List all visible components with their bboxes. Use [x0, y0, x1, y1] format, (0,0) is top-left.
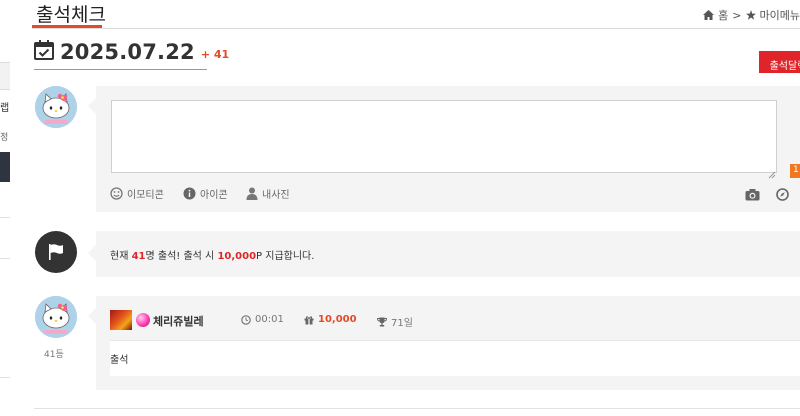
resize-grip-icon[interactable]: [768, 164, 776, 179]
pink-orb-icon: [136, 313, 150, 327]
entry-header: 체리쥬빌레 00:01 10,000 71일: [110, 310, 800, 332]
my-photo-label: 내사진: [262, 190, 290, 201]
flag-icon: [49, 244, 63, 260]
attendance-notice: 현재 41명 출석! 출석 시 10,000P 지급합니다.: [110, 247, 314, 262]
notice-middle: 명 출석! 출석 시: [145, 251, 215, 262]
chevron-right-icon: >: [732, 8, 742, 22]
home-icon[interactable]: [703, 10, 715, 20]
hello-kitty-avatar-icon: [35, 86, 77, 128]
entry-time: 00:01: [241, 314, 284, 325]
sidebar-item-2[interactable]: 정: [0, 130, 8, 143]
star-icon: [745, 10, 756, 20]
notice-prefix: 현재: [110, 251, 129, 262]
bottom-divider: [34, 408, 800, 409]
attendance-delta: + 41: [200, 48, 230, 61]
attendance-page: 랩 정 출석체크 홈 > 마이메뉴 2025.07.22 + 41 출석달 1 …: [0, 0, 800, 416]
date-underline: [34, 69, 207, 70]
entry-message-text: 출석: [110, 355, 129, 366]
compass-icon[interactable]: [776, 186, 789, 205]
avatar: [35, 86, 77, 128]
icon-button[interactable]: 아이콘: [183, 186, 228, 201]
notice-avatar: [35, 231, 77, 273]
emoticon-label: 이모티콘: [127, 190, 164, 201]
sidebar-active-item[interactable]: [0, 152, 10, 182]
hello-kitty-avatar-icon: [35, 296, 77, 338]
sidebar-divider: [0, 217, 10, 218]
sidebar-divider: [0, 258, 10, 259]
entry-streak: 71일: [377, 314, 413, 329]
notice-reward: 10,000: [217, 251, 257, 262]
date-row: 2025.07.22 + 41: [34, 40, 229, 64]
entry-points-value: 10,000: [318, 314, 357, 325]
icon-label: 아이콘: [200, 190, 228, 201]
attendance-rank: 41등: [44, 350, 64, 360]
clock-icon: [241, 314, 251, 325]
entry-time-value: 00:01: [255, 314, 284, 325]
notice-count: 41: [131, 251, 146, 262]
header-divider: [32, 28, 800, 29]
notification-badge: 1: [790, 164, 800, 178]
sidebar-item-1[interactable]: 랩: [0, 99, 9, 114]
sidebar-divider: [0, 377, 10, 378]
avatar[interactable]: [35, 296, 77, 338]
breadcrumb-home[interactable]: 홈: [718, 7, 728, 23]
user-icon: [246, 187, 258, 200]
camera-icon[interactable]: [745, 186, 760, 205]
calendar-check-icon: [34, 40, 54, 64]
my-photo-button[interactable]: 내사진: [246, 186, 290, 201]
smiley-icon: [110, 187, 123, 200]
entry-streak-value: 71일: [391, 318, 413, 329]
info-circle-icon: [183, 187, 196, 200]
attendance-date: 2025.07.22: [60, 40, 195, 64]
sidebar-box: [0, 62, 10, 90]
entry-points: 10,000: [304, 314, 357, 325]
notice-suffix: P 지급합니다.: [256, 251, 315, 262]
breadcrumb-mymenu[interactable]: 마이메뉴: [760, 7, 800, 23]
nickname[interactable]: 체리쥬빌레: [153, 313, 204, 329]
breadcrumb: 홈 > 마이메뉴: [703, 7, 800, 23]
emoticon-button[interactable]: 이모티콘: [110, 186, 164, 201]
attendance-calendar-button[interactable]: 출석달력: [759, 51, 800, 73]
page-title: 출석체크: [36, 4, 106, 26]
entry-message: 출석: [110, 340, 800, 376]
level-badge-icon: [110, 310, 132, 330]
comment-textarea[interactable]: [111, 100, 777, 173]
trophy-icon: [377, 317, 387, 326]
gift-icon: [304, 315, 314, 324]
